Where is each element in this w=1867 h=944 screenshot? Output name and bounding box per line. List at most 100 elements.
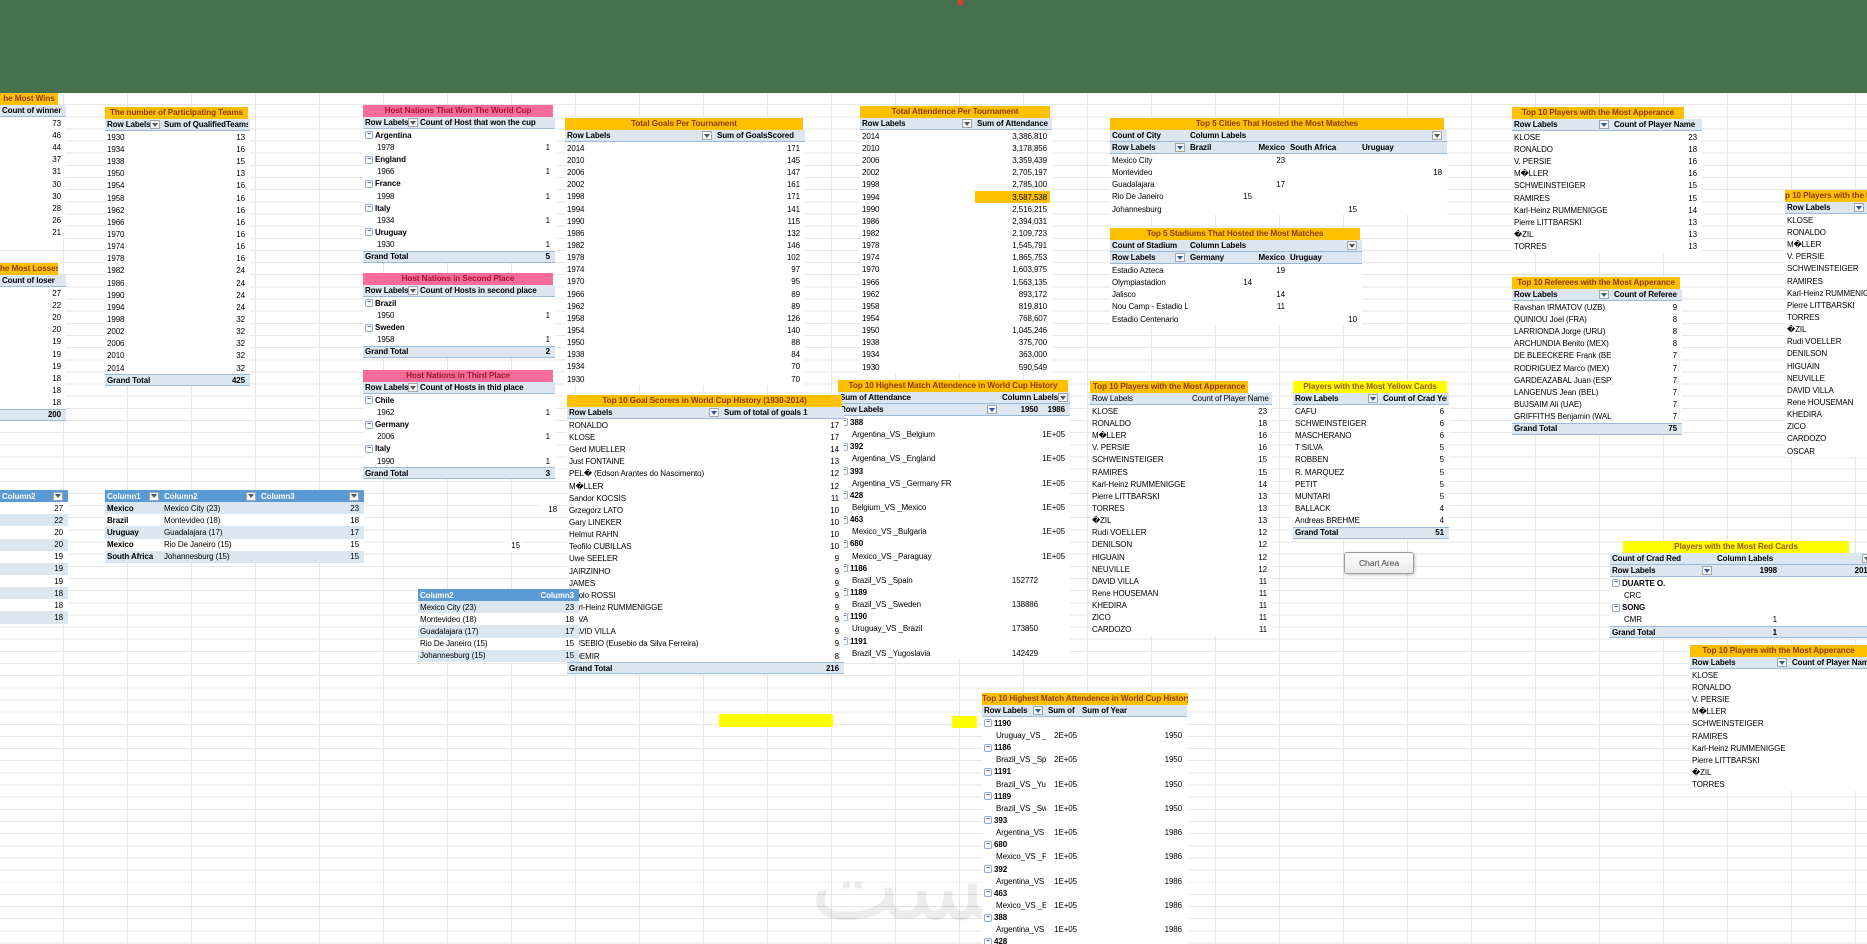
table-header-cell[interactable]: Column3 — [528, 589, 577, 601]
cell[interactable]: 8 — [1612, 326, 1680, 338]
cell[interactable]: 13 — [162, 131, 248, 143]
cell[interactable]: Brazil_VS _Yugoslavia — [838, 647, 1000, 659]
column-header[interactable]: Sum of — [1046, 705, 1080, 716]
cell[interactable]: 11 — [1255, 301, 1288, 313]
cell[interactable]: Mexico_VS _E — [982, 899, 1046, 911]
cell[interactable]: 2006 — [363, 431, 418, 443]
cell[interactable]: 23 — [1255, 154, 1288, 166]
grand-total-cell[interactable]: Grand Total — [363, 252, 418, 262]
cell[interactable]: GARDEAZABAL Juan (ESP) — [1512, 374, 1612, 386]
cell[interactable] — [1046, 717, 1080, 729]
cell[interactable]: 12 — [1190, 551, 1270, 563]
cell[interactable]: 5 — [1381, 466, 1447, 478]
filter-icon[interactable] — [1175, 253, 1185, 263]
table-title[interactable]: Host Nations That Won The World Cup — [363, 105, 553, 118]
cell[interactable]: −392 — [982, 863, 1046, 875]
dropdown-icon[interactable] — [246, 491, 256, 501]
cell[interactable]: Teofilo CUBILLAS — [567, 541, 722, 553]
cell[interactable] — [1080, 814, 1185, 826]
cell[interactable]: 16 — [162, 143, 248, 155]
cell[interactable]: 95 — [715, 276, 803, 288]
cell[interactable]: Rene HOUSEMAN — [1090, 587, 1190, 599]
grand-total-cell[interactable]: Grand Total — [1610, 627, 1715, 637]
cell[interactable]: 1990 — [565, 215, 715, 227]
cell[interactable]: 15 — [1288, 203, 1360, 215]
cell[interactable]: 1990 — [105, 289, 162, 301]
cell[interactable]: 20 — [0, 539, 66, 551]
cell[interactable]: Montevideo (18) — [418, 613, 528, 625]
cell[interactable]: 138886 — [1000, 599, 1041, 611]
cell[interactable]: LARRIONDA Jorge (URU) — [1512, 326, 1612, 338]
cell[interactable]: 18 — [0, 587, 66, 599]
cell[interactable]: 1E+05 — [1041, 526, 1068, 538]
cell[interactable]: 1986 — [1080, 924, 1185, 936]
grand-total-cell[interactable]: 3 — [418, 468, 553, 478]
cell[interactable]: Uruguay — [105, 526, 162, 538]
cell[interactable]: RODRIGUEZ Marco (MEX) — [1512, 362, 1612, 374]
cell[interactable]: RONALDO — [1512, 143, 1612, 155]
cell[interactable]: 16 — [1190, 430, 1270, 442]
cell[interactable]: RAMIRES — [1690, 730, 1790, 742]
column-header[interactable]: Row Labels — [982, 705, 1046, 716]
cell[interactable]: 2010 — [105, 350, 162, 362]
cell[interactable]: Mexico — [105, 539, 162, 551]
cell[interactable]: 12 — [1190, 527, 1270, 539]
cell[interactable]: 1982 — [105, 265, 162, 277]
cell[interactable]: 152772 — [1000, 574, 1041, 586]
cell[interactable]: 11 — [1190, 600, 1270, 612]
cell[interactable]: Gary LINEKER — [567, 516, 722, 528]
cell[interactable]: 1998 — [363, 190, 418, 202]
cell[interactable]: Estadio Azteca — [1110, 264, 1188, 276]
column-header[interactable]: 1986 — [1041, 404, 1068, 415]
cell[interactable]: 1978 — [565, 252, 715, 264]
cell[interactable]: 140 — [715, 324, 803, 336]
cell[interactable]: 11 — [1190, 612, 1270, 624]
cell[interactable] — [418, 178, 553, 190]
cell[interactable]: 89 — [715, 300, 803, 312]
column-header[interactable]: Sum of QualifiedTeams — [162, 119, 248, 130]
table-title[interactable]: Top 10 Goal Scorers in World Cup History… — [567, 395, 842, 408]
cell[interactable] — [1255, 167, 1288, 179]
cell[interactable]: 1986 — [1080, 827, 1185, 839]
cell[interactable]: 70 — [715, 373, 803, 385]
cell[interactable]: 1 — [1715, 614, 1780, 626]
cell[interactable]: 24 — [162, 289, 248, 301]
cell[interactable]: − Germany — [363, 419, 418, 431]
cell[interactable]: 13 — [1190, 502, 1270, 514]
cell[interactable] — [1288, 301, 1360, 313]
cell[interactable]: Guadalajara (17) — [162, 526, 259, 538]
cell[interactable]: 1,563,135 — [975, 276, 1050, 288]
cell[interactable]: 11 — [1190, 575, 1270, 587]
table-title[interactable]: Top 10 Highest Match Attendence in World… — [982, 693, 1188, 706]
cell[interactable]: 2006 — [105, 338, 162, 350]
cell[interactable] — [1780, 577, 1867, 589]
cell[interactable]: CAFU — [1293, 405, 1381, 417]
cell[interactable]: 23 — [1790, 669, 1867, 681]
cell[interactable] — [1041, 623, 1068, 635]
expand-collapse-icon[interactable]: − — [984, 913, 992, 922]
cell[interactable]: 1930 — [565, 373, 715, 385]
table-title[interactable]: Top 10 Players with the Most Apperance — [1090, 381, 1248, 394]
cell[interactable]: 19 — [0, 348, 64, 360]
cell[interactable] — [1000, 477, 1041, 489]
cell[interactable] — [1041, 465, 1068, 477]
column-header[interactable]: 2014 — [1780, 565, 1867, 576]
cell[interactable]: Johannesburg — [1110, 203, 1188, 215]
grand-total-cell[interactable]: Grand Total — [1512, 424, 1612, 434]
cell[interactable]: 16 — [162, 180, 248, 192]
cell[interactable]: Nou Camp - Estadio Le�n — [1110, 301, 1188, 313]
column-header[interactable]: Count of Host that won the cup — [418, 117, 553, 128]
cell[interactable]: 18 — [0, 611, 66, 623]
cell[interactable] — [1780, 614, 1867, 626]
cell[interactable]: Argentina_VS _Germany FR — [838, 477, 1000, 489]
cell[interactable]: 1950 — [1080, 754, 1185, 766]
cell[interactable]: RAMIRES — [1090, 466, 1190, 478]
cell[interactable] — [1188, 301, 1255, 313]
cell[interactable]: Karl-Heinz RUMMENIGGE — [1090, 478, 1190, 490]
expand-collapse-icon[interactable]: − — [365, 299, 373, 308]
cell[interactable]: 1994 — [860, 191, 975, 203]
cell[interactable]: 32 — [162, 362, 248, 374]
column-header[interactable]: Row Labels — [1512, 119, 1612, 130]
column-header[interactable]: Count of Player Name — [1790, 657, 1867, 668]
cell[interactable]: BALLACK — [1293, 502, 1381, 514]
